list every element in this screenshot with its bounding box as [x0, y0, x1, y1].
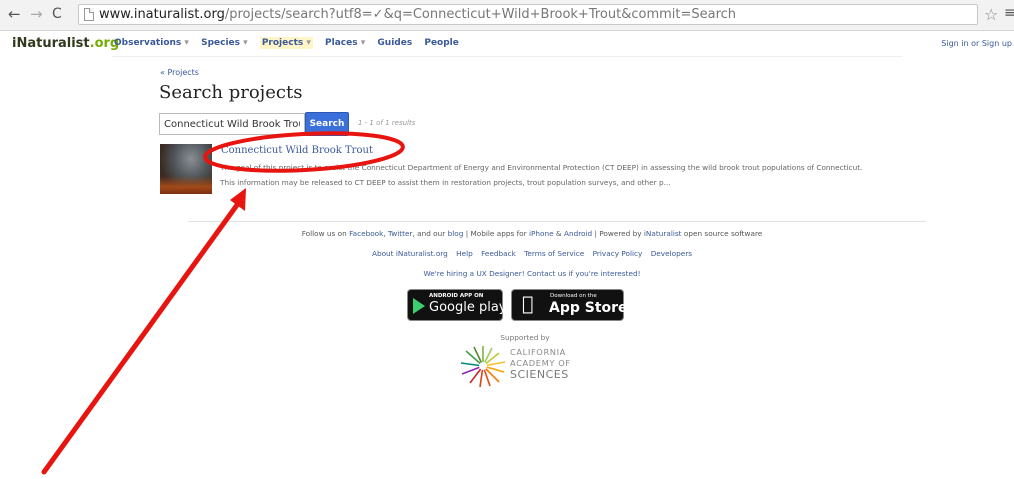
blog-link[interactable]: blog [448, 229, 464, 238]
browser-toolbar: ← → C www.inaturalist.org/projects/searc… [0, 0, 1014, 31]
amp-text: & [555, 229, 562, 238]
feedback-link[interactable]: Feedback [481, 249, 516, 258]
main-nav: Observations ▾ Species ▾ Projects ▾ Plac… [114, 37, 468, 49]
follow-text: Follow us on [301, 229, 347, 238]
reload-icon[interactable]: C [52, 6, 62, 22]
forward-arrow-icon[interactable]: → [30, 6, 43, 22]
chevron-down-icon: ▾ [306, 38, 311, 48]
chevron-down-icon: ▾ [184, 38, 189, 48]
inaturalist-logo[interactable]: iNaturalist.org [12, 36, 119, 51]
annotation-overlay [41, 131, 405, 475]
twitter-link[interactable]: Twitter [388, 229, 412, 238]
facebook-link[interactable]: Facebook [349, 229, 383, 238]
developers-link[interactable]: Developers [651, 249, 692, 258]
browser-menu-icon[interactable]: ≡ [1004, 5, 1014, 21]
logo-name: Naturalist [16, 36, 90, 51]
hiring-link[interactable]: We're hiring a UX Designer! Contact us i… [25, 269, 1014, 278]
nav-species-label: Species [201, 38, 241, 48]
android-link[interactable]: Android [564, 229, 592, 238]
google-play-icon [413, 298, 425, 314]
app-store-small-text: Download on the [550, 293, 597, 299]
project-description: The goal of this project is to assist th… [220, 163, 863, 187]
google-play-badge[interactable]: ANDROID APP ON Google play [407, 289, 507, 321]
nav-people[interactable]: People [424, 38, 459, 48]
chevron-down-icon: ▾ [360, 38, 366, 48]
address-bar[interactable]: www.inaturalist.org/projects/search?utf8… [78, 4, 978, 25]
bookmark-star-icon[interactable]: ☆ [984, 5, 998, 24]
url-text[interactable]: www.inaturalist.org/projects/search?utf8… [99, 6, 736, 24]
about-link[interactable]: About iNaturalist.org [372, 249, 448, 258]
project-title-link[interactable]: Connecticut Wild Brook Trout [221, 145, 373, 156]
url-path: /projects/search?utf8=✓&q=Connecticut+Wi… [224, 7, 737, 22]
app-store-big-text: App Store [549, 300, 628, 316]
back-to-projects-link[interactable]: « Projects [160, 68, 199, 77]
footer-follow-line: Follow us on Facebook, Twitter, and our … [301, 229, 763, 238]
url-host: www.inaturalist.org [99, 7, 225, 22]
privacy-link[interactable]: Privacy Policy [593, 249, 643, 258]
and-our-text: , and our [412, 229, 446, 238]
nav-places[interactable]: Places ▾ [325, 38, 365, 48]
nav-observations-label: Observations [114, 38, 182, 48]
mobile-apps-text: | Mobile apps for [465, 229, 527, 238]
page-title: Search projects [159, 82, 303, 103]
nav-species[interactable]: Species ▾ [201, 38, 248, 48]
header-divider [112, 56, 902, 57]
nav-observations[interactable]: Observations ▾ [114, 38, 189, 48]
apple-icon:  [522, 293, 533, 315]
search-input[interactable] [159, 113, 305, 135]
inaturalist-link[interactable]: iNaturalist [644, 229, 682, 238]
sign-in-link[interactable]: Sign in or Sign up [941, 39, 1012, 48]
nav-places-label: Places [325, 38, 358, 48]
back-arrow-icon[interactable]: ← [8, 6, 21, 22]
project-thumbnail[interactable] [160, 144, 212, 194]
open-source-text: open source software [683, 229, 763, 238]
iphone-link[interactable]: iPhone [529, 229, 554, 238]
site-header: iNaturalist.org Observations ▾ Species ▾… [0, 33, 1014, 55]
help-link[interactable]: Help [456, 249, 473, 258]
annotation-arrowhead [230, 188, 246, 211]
results-count: 1 - 1 of 1 results [358, 119, 416, 127]
powered-by-text: | Powered by [594, 229, 642, 238]
cas-line3: SCIENCES [510, 368, 569, 381]
cas-sunburst-icon[interactable] [459, 344, 507, 388]
cas-wordmark[interactable]: CALIFORNIA ACADEMY OF SCIENCES [510, 347, 571, 380]
app-store-badge[interactable]:  Download on the App Store [511, 289, 628, 321]
footer-links: About iNaturalist.org Help Feedback Term… [25, 249, 1014, 258]
content-divider [188, 221, 926, 222]
supported-by-label: Supported by [500, 333, 550, 342]
search-button[interactable]: Search [305, 112, 349, 136]
google-play-small-text: ANDROID APP ON [429, 293, 484, 299]
nav-guides[interactable]: Guides [377, 38, 412, 48]
google-play-big-text: Google play [429, 300, 507, 315]
chevron-down-icon: ▾ [243, 38, 248, 48]
terms-link[interactable]: Terms of Service [524, 249, 584, 258]
page-icon [84, 8, 94, 21]
nav-projects[interactable]: Projects ▾ [259, 37, 313, 49]
cas-line1: CALIFORNIA [510, 347, 566, 357]
nav-projects-label: Projects [261, 38, 304, 48]
